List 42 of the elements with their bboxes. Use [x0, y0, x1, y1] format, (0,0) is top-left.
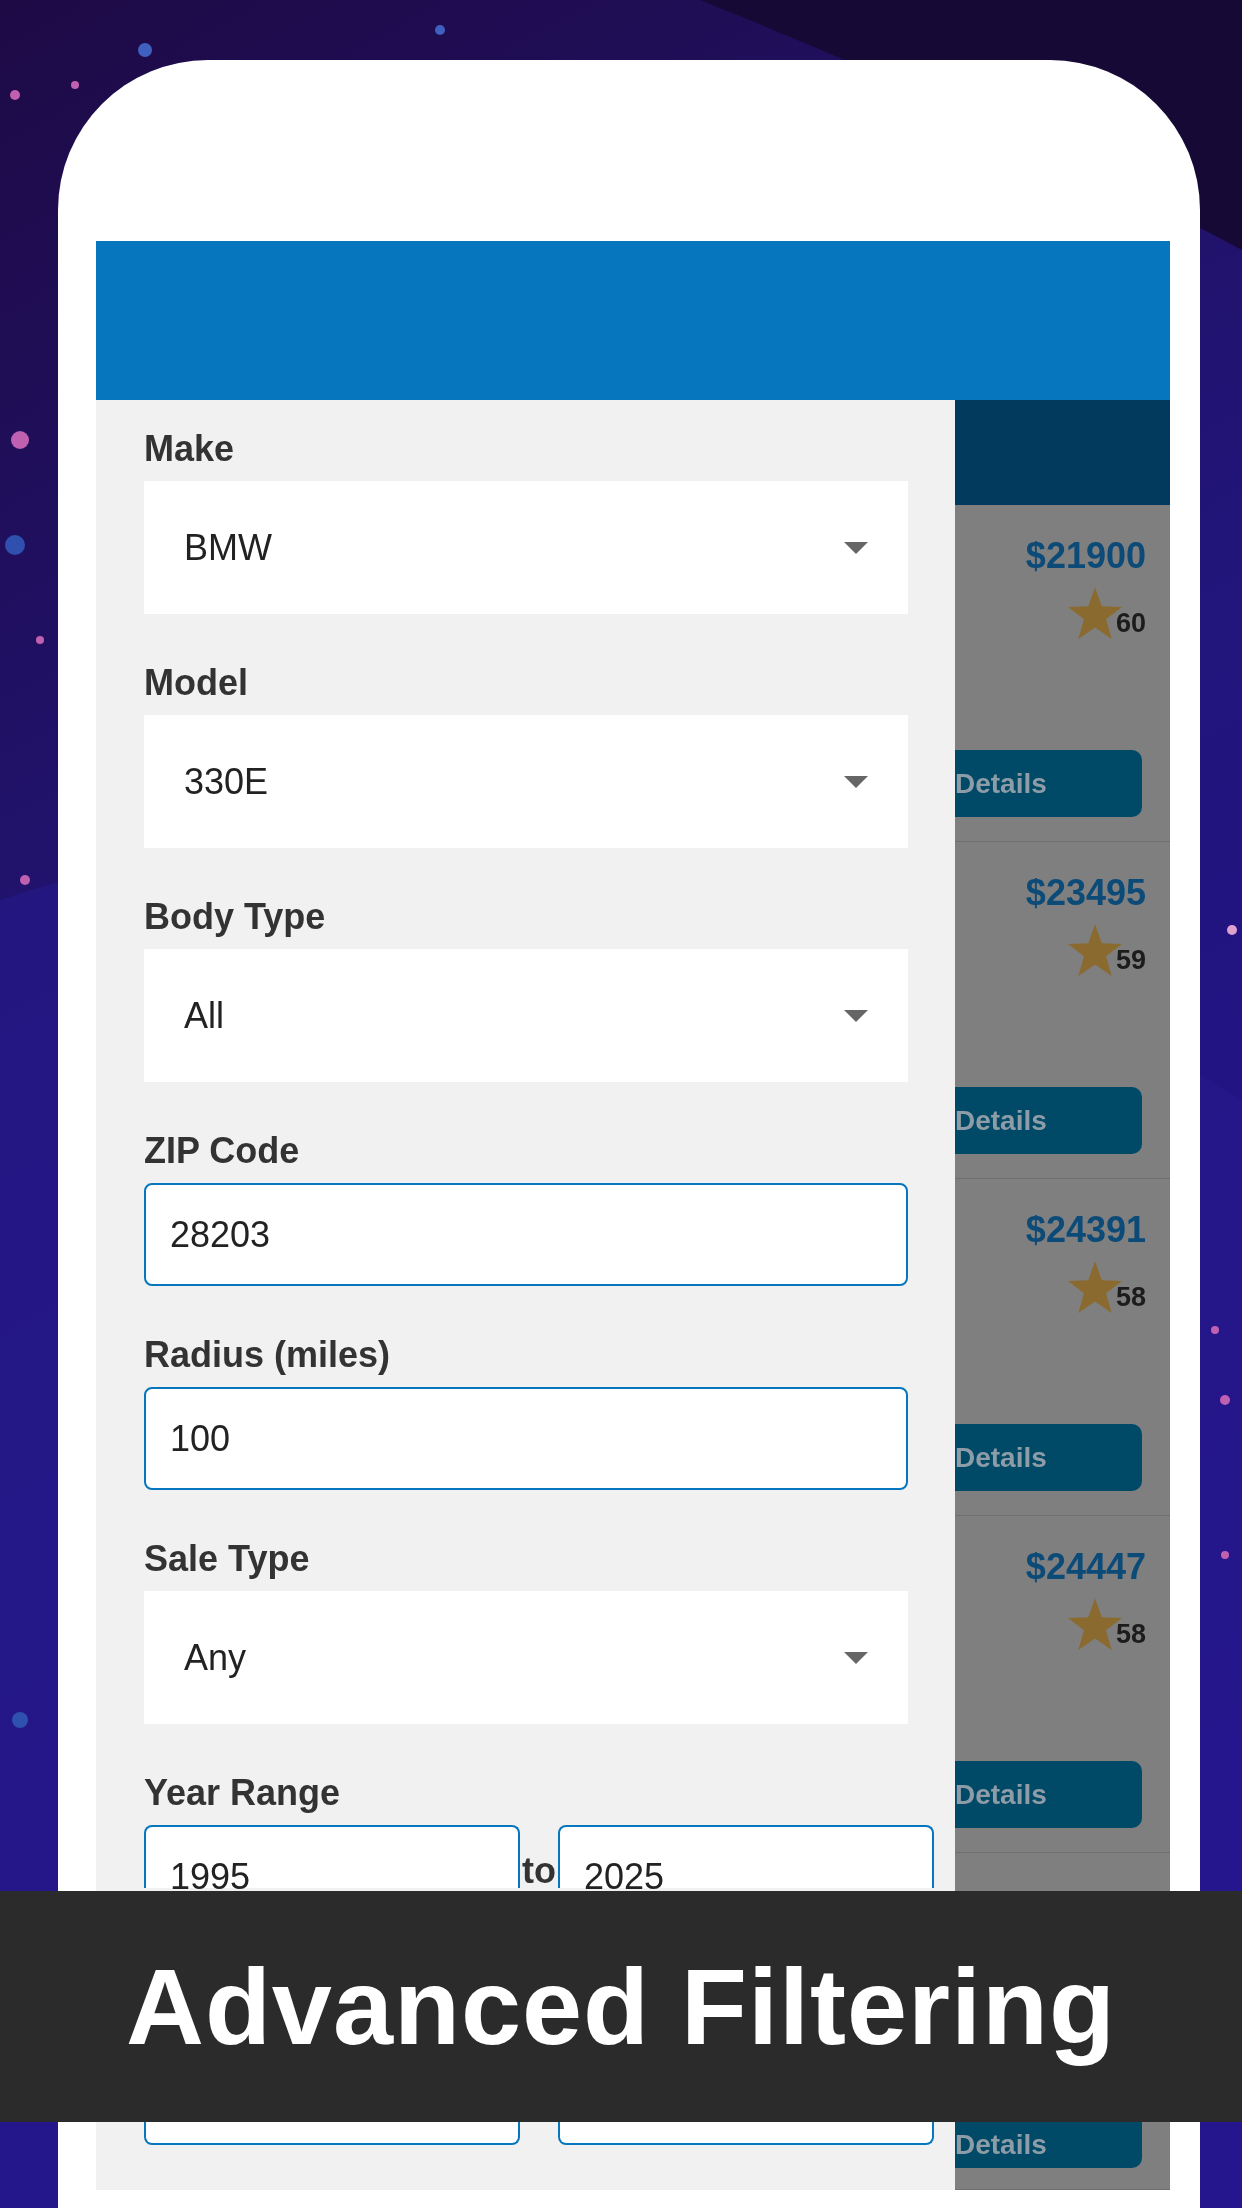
- field-label: Body Type: [144, 895, 326, 939]
- input-field[interactable]: 1995: [144, 1825, 520, 1888]
- banner-title: Advanced Filtering: [125, 1945, 1117, 2069]
- range-separator: to: [521, 1853, 557, 1889]
- star-dot: [1227, 925, 1237, 935]
- price: $24391: [1025, 1209, 1146, 1251]
- caret-icon: [844, 1651, 868, 1664]
- star-dot: [1220, 1395, 1230, 1405]
- caret-icon: [844, 541, 868, 554]
- field-label: Radius (miles): [144, 1333, 391, 1377]
- dropdown-field[interactable]: Any: [144, 1591, 908, 1724]
- rating-count: 59: [1115, 945, 1146, 976]
- star-dot: [1221, 1551, 1229, 1559]
- star-dot: [71, 81, 79, 89]
- price: $21900: [1025, 535, 1146, 577]
- price: $23495: [1025, 872, 1146, 914]
- star-dot: [11, 431, 29, 449]
- rating-count: 58: [1115, 1282, 1146, 1313]
- dropdown-field[interactable]: 330E: [144, 715, 908, 848]
- star-dot: [12, 1712, 28, 1728]
- input-field[interactable]: 100: [144, 1387, 908, 1490]
- star-dot: [1211, 1326, 1219, 1334]
- dropdown-field[interactable]: BMW: [144, 481, 908, 614]
- rating-count: 58: [1115, 1619, 1146, 1650]
- rating-count: 60: [1115, 608, 1146, 639]
- field-label: Make: [144, 427, 235, 471]
- caret-icon: [844, 1009, 868, 1022]
- field-label: Model: [144, 661, 248, 705]
- price: $24447: [1025, 1546, 1146, 1588]
- field-label: Sale Type: [144, 1537, 310, 1581]
- star-dot: [36, 636, 44, 644]
- input-field[interactable]: 2025: [558, 1825, 934, 1888]
- star-dot: [10, 90, 20, 100]
- star-dot: [435, 25, 445, 35]
- dropdown-field[interactable]: All: [144, 949, 908, 1082]
- field-label: ZIP Code: [144, 1129, 300, 1173]
- field-label: Year Range: [144, 1771, 341, 1815]
- star-dot: [138, 43, 152, 57]
- input-field[interactable]: 28203: [144, 1183, 908, 1286]
- caret-icon: [844, 775, 868, 788]
- star-dot: [20, 875, 30, 885]
- star-dot: [5, 535, 25, 555]
